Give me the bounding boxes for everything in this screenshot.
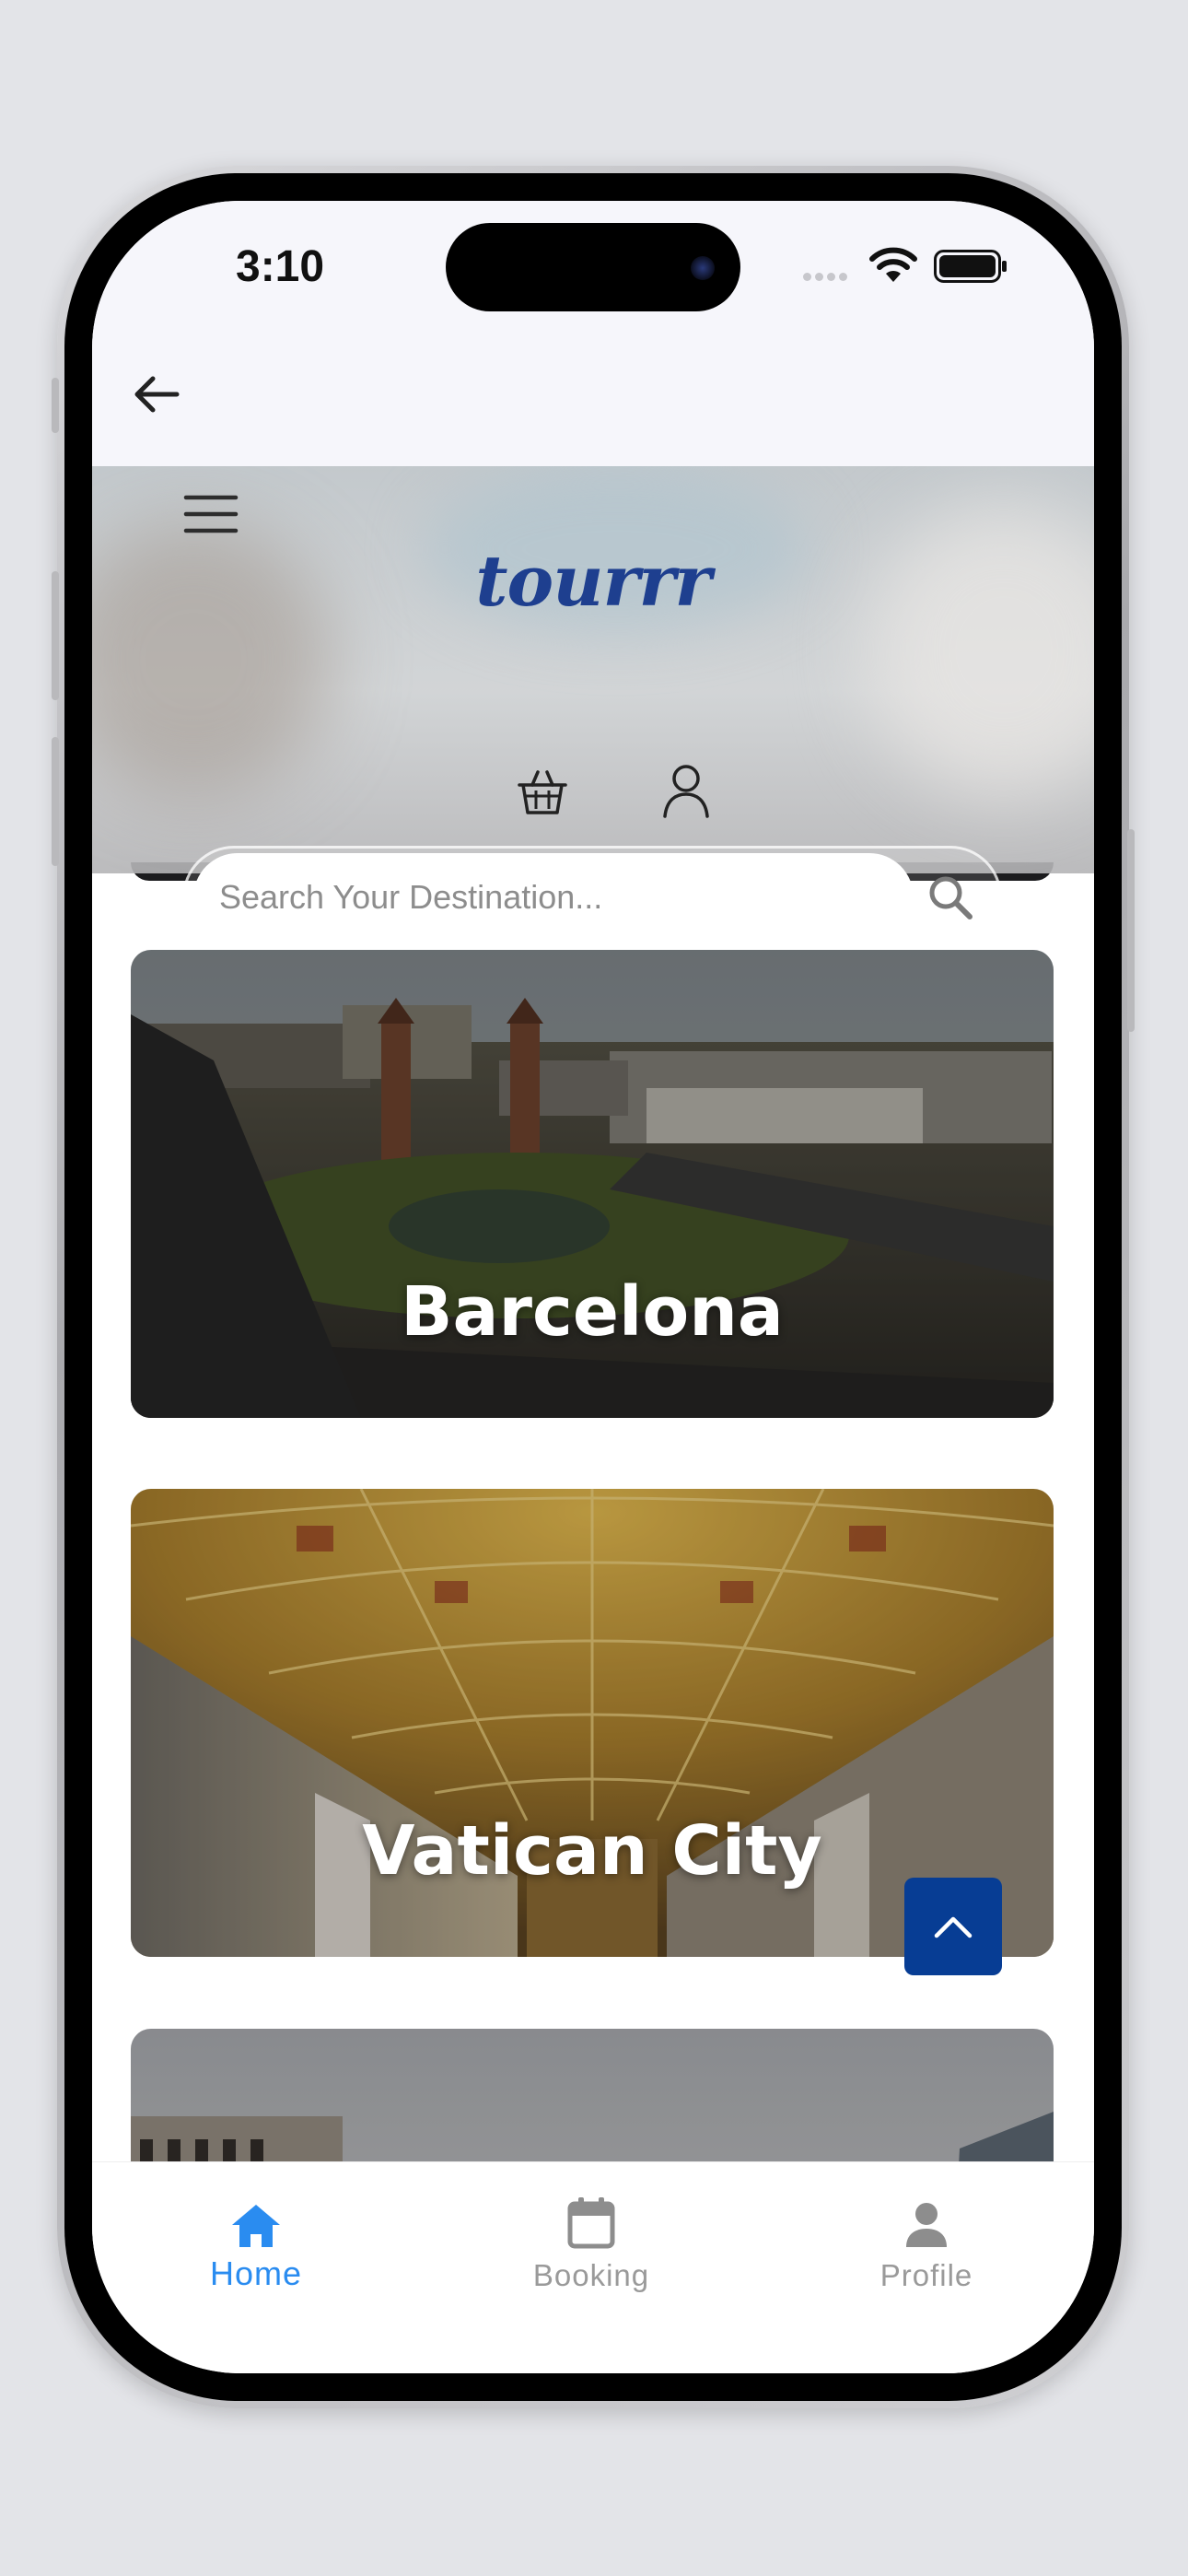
nav-icon-container — [230, 2162, 282, 2249]
screen: 3:10 Barcelona Vatican City tourrr Searc… — [92, 201, 1094, 2373]
action-button — [52, 378, 59, 433]
tourrr-logo[interactable]: tourrr — [92, 540, 1094, 622]
wifi-icon — [869, 247, 917, 282]
hamburger-menu-icon[interactable] — [182, 492, 239, 536]
nav-label: Home — [209, 2254, 303, 2292]
basket-icon[interactable] — [516, 765, 569, 818]
search-icon[interactable] — [926, 873, 974, 921]
volume-up-button — [52, 571, 59, 700]
back-arrow-icon[interactable] — [133, 374, 181, 415]
search-input[interactable] — [193, 853, 914, 942]
destination-card-venice[interactable] — [131, 2029, 1054, 2161]
dynamic-island — [446, 223, 740, 311]
person-icon — [906, 2203, 947, 2247]
battery-icon — [934, 250, 1007, 283]
chevron-up-icon — [934, 1916, 973, 1938]
bottom-navigation: Home Booking Profile — [92, 2161, 1094, 2373]
nav-tab-profile[interactable]: Profile — [816, 2162, 1037, 2319]
nav-label: Booking — [532, 2258, 650, 2292]
status-bar: 3:10 — [92, 201, 1094, 321]
nav-tab-booking[interactable]: Booking — [481, 2162, 702, 2319]
home-icon — [232, 2205, 280, 2247]
destination-name: Barcelona — [401, 1272, 784, 1352]
app-top-bar — [92, 321, 1094, 466]
scroll-to-top-button[interactable] — [904, 1878, 1002, 1975]
app-header: tourrr — [92, 466, 1094, 873]
venice-image — [131, 2029, 1054, 2161]
power-button — [1127, 829, 1135, 1032]
nav-icon-container — [567, 2162, 615, 2249]
camera-icon — [691, 256, 715, 280]
cellular-signal-icon — [803, 267, 851, 285]
nav-icon-container — [904, 2162, 949, 2249]
nav-tab-home[interactable]: Home — [146, 2162, 367, 2319]
volume-down-button — [52, 737, 59, 866]
destination-card-barcelona[interactable]: Barcelona — [131, 950, 1054, 1418]
calendar-icon — [567, 2197, 615, 2249]
status-time: 3:10 — [236, 242, 325, 291]
nav-label: Profile — [879, 2258, 973, 2292]
user-account-icon[interactable] — [661, 763, 711, 818]
